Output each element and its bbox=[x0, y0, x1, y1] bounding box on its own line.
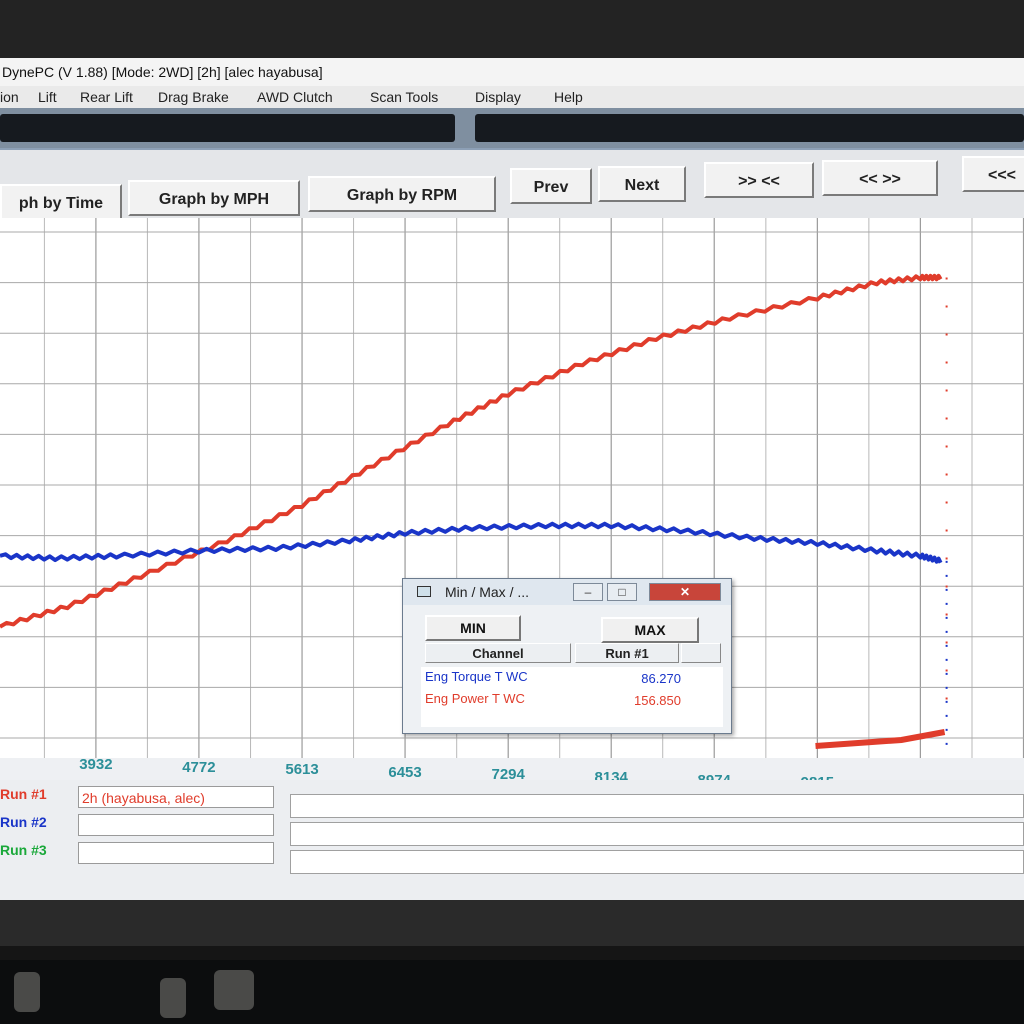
next-button[interactable]: Next bbox=[598, 166, 686, 202]
monitor-bezel-top bbox=[0, 0, 1024, 62]
window-icon bbox=[417, 586, 431, 597]
run-3-label: Run #3 bbox=[0, 842, 47, 858]
status-panel-left bbox=[0, 114, 455, 142]
scroll-left-button[interactable]: <<< bbox=[962, 156, 1024, 192]
menu-item-awd-clutch[interactable]: AWD Clutch bbox=[257, 86, 333, 108]
channel-column-header: Channel bbox=[425, 643, 571, 663]
dyne-pc-window: DynePC (V 1.88) [Mode: 2WD] [2h] [alec h… bbox=[0, 58, 1024, 900]
menu-item-rear-lift[interactable]: Rear Lift bbox=[80, 86, 133, 108]
graph-by-mph-button[interactable]: Graph by MPH bbox=[128, 180, 300, 216]
prev-button[interactable]: Prev bbox=[510, 168, 592, 204]
series-line-torque bbox=[0, 521, 943, 564]
desk-background bbox=[0, 960, 1024, 1024]
run-1-notes[interactable] bbox=[290, 794, 1024, 818]
min-button[interactable]: MIN bbox=[425, 615, 521, 641]
cable-connector bbox=[14, 972, 40, 1012]
menu-item-ion[interactable]: ion bbox=[0, 86, 19, 108]
x-tick-label: 6453 bbox=[388, 763, 422, 781]
channel-max-value: 156.850 bbox=[634, 693, 681, 708]
cable-connector bbox=[214, 970, 254, 1010]
x-tick-label: 4772 bbox=[182, 758, 216, 776]
channel-name: Eng Power T WC bbox=[425, 691, 525, 706]
x-tick-label: 3932 bbox=[79, 756, 113, 773]
zoom-out-button[interactable]: << >> bbox=[822, 160, 938, 196]
maximize-icon[interactable]: □ bbox=[607, 583, 637, 601]
minimize-icon[interactable]: – bbox=[573, 583, 603, 601]
min-max-table: Eng Torque T WC 86.270 Eng Power T WC 15… bbox=[421, 667, 723, 727]
series-line-power bbox=[0, 273, 943, 629]
menu-item-scan-tools[interactable]: Scan Tools bbox=[370, 86, 438, 108]
tool-strip bbox=[0, 108, 1024, 148]
run-2-label: Run #2 bbox=[0, 814, 47, 830]
min-max-title: Min / Max / ... bbox=[445, 584, 530, 600]
runs-panel: Run #1 2h (hayabusa, alec) Run #2 Run #3 bbox=[0, 780, 1024, 900]
menu-item-lift[interactable]: Lift bbox=[38, 86, 57, 108]
run-2-field[interactable] bbox=[78, 814, 274, 836]
min-max-dialog: Min / Max / ... – □ ✕ MIN MAX Channel Ru… bbox=[402, 578, 732, 734]
cable-connector bbox=[160, 978, 186, 1018]
coast-down-trace bbox=[815, 729, 946, 749]
channel-name: Eng Torque T WC bbox=[425, 669, 528, 684]
zoom-in-button[interactable]: >> << bbox=[704, 162, 814, 198]
run-3-field[interactable] bbox=[78, 842, 274, 864]
graph-by-time-button[interactable]: ph by Time bbox=[0, 184, 122, 220]
close-icon[interactable]: ✕ bbox=[649, 583, 721, 601]
channel-max-value: 86.270 bbox=[641, 671, 681, 686]
menu-bar: ion Lift Rear Lift Drag Brake AWD Clutch… bbox=[0, 86, 1024, 108]
window-title-bar: DynePC (V 1.88) [Mode: 2WD] [2h] [alec h… bbox=[0, 58, 1024, 87]
extra-column-header bbox=[681, 643, 721, 663]
run-3-notes[interactable] bbox=[290, 850, 1024, 874]
run-column-header: Run #1 bbox=[575, 643, 679, 663]
min-max-title-bar[interactable]: Min / Max / ... – □ ✕ bbox=[403, 579, 731, 605]
menu-item-drag-brake[interactable]: Drag Brake bbox=[158, 86, 229, 108]
run-1-field[interactable]: 2h (hayabusa, alec) bbox=[78, 786, 274, 808]
status-panel-right bbox=[475, 114, 1024, 142]
graph-by-rpm-button[interactable]: Graph by RPM bbox=[308, 176, 496, 212]
menu-item-help[interactable]: Help bbox=[554, 86, 583, 108]
graph-toolbar: ph by Time Graph by MPH Graph by RPM Pre… bbox=[0, 148, 1024, 220]
monitor-chin bbox=[0, 900, 1024, 946]
menu-item-display[interactable]: Display bbox=[475, 86, 521, 108]
window-title: DynePC (V 1.88) [Mode: 2WD] [2h] [alec h… bbox=[2, 64, 323, 80]
run-1-label: Run #1 bbox=[0, 786, 47, 802]
run-2-notes[interactable] bbox=[290, 822, 1024, 846]
x-tick-label: 5613 bbox=[285, 761, 319, 779]
max-button[interactable]: MAX bbox=[601, 617, 699, 643]
